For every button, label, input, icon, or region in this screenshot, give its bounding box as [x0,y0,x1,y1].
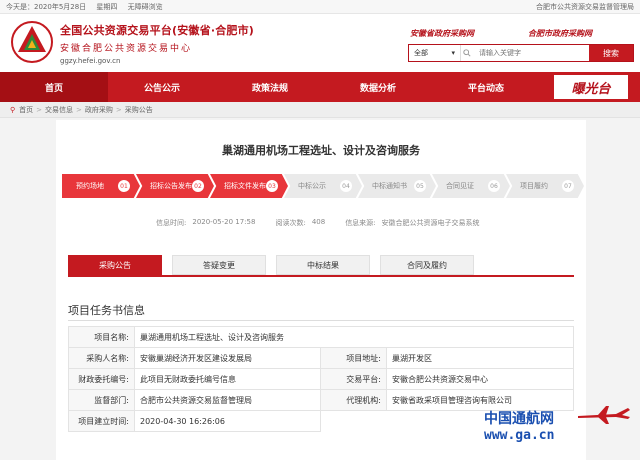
step-number: 07 [562,180,574,192]
step-award-notice: 中标通知书 05 [358,174,436,198]
site-domain: ggzy.hefei.gov.cn [60,57,121,65]
cell-label: 采购人名称: [68,347,135,369]
current-date: 今天是：2020年5月28日 [6,2,87,11]
chevron-down-icon: ▾ [451,49,455,57]
step-label: 项目履约 [520,182,548,190]
views-value: 408 [311,218,326,226]
breadcrumb-trade-info[interactable]: 交易信息 [45,105,73,115]
step-number: 02 [192,180,204,192]
airplane-icon [578,406,630,424]
cell-label: 项目地址: [320,347,387,369]
step-reserve-venue: 预约场地 01 [62,174,140,198]
cell-value: 安徽合肥公共资源交易中心 [386,368,574,390]
info-time-value: 2020-05-20 17:58 [192,218,256,226]
search-box: 全部 ▾ 搜索 [408,44,634,62]
tab-underline [68,275,574,277]
breadcrumb-current: 采购公告 [124,105,153,114]
step-number: 03 [266,180,278,192]
cell-value: 巢湖开发区 [386,347,574,369]
anhui-procurement-link[interactable]: 安徽省政府采购网 [410,28,474,39]
tab-qa-changes[interactable]: 答疑变更 [172,255,266,275]
nav-item-data-analysis[interactable]: 数据分析 [324,72,432,102]
top-bar: 今天是：2020年5月28日 星期四 无障碍浏览 合肥市公共资源交易监督管理局 [0,0,640,14]
cell-label: 项目名称: [68,326,135,348]
cell-label: 交易平台: [320,368,387,390]
cell-label: 项目建立时间: [68,410,135,432]
breadcrumb-gov-procurement[interactable]: 政府采购 [85,105,113,115]
cell-value: 2020-04-30 16:26:06 [134,410,321,432]
site-watermark: 中国通航网 www.ga.cn [470,404,638,448]
accessibility-link[interactable]: 无障碍浏览 [128,3,163,11]
detail-tabs: 采购公告 答疑变更 中标结果 合同及履约 [68,255,474,275]
step-label: 预约场地 [76,182,104,190]
nav-item-home[interactable]: 首页 [0,72,108,102]
step-number: 05 [414,180,426,192]
source-value: 安徽合肥公共资源电子交易系统 [381,219,480,227]
cell-value: 此项目无财政委托编号信息 [134,368,321,390]
info-meta: 信息时间: 2020-05-20 17:58 阅读次数: 408 信息来源: 安… [156,218,480,228]
hefei-procurement-link[interactable]: 合肥市政府采购网 [528,28,592,39]
step-label: 中标通知书 [372,182,407,190]
search-icon [461,45,473,61]
step-number: 01 [118,180,130,192]
breadcrumb-separator: > [115,105,122,114]
current-weekday: 星期四 [96,2,118,11]
watermark-title: 中国通航网 [484,411,554,427]
step-award-publicity: 中标公示 04 [284,174,362,198]
nav-item-platform-news[interactable]: 平台动态 [432,72,540,102]
cell-value: 合肥市公共资源交易监督管理局 [134,389,321,411]
site-title: 全国公共资源交易平台(安徽省·合肥市) [60,24,255,37]
search-input[interactable] [473,45,589,61]
tab-award-result[interactable]: 中标结果 [276,255,370,275]
nav-item-policies[interactable]: 政策法规 [216,72,324,102]
step-label: 招标文件发布 [224,182,266,190]
step-label: 合同见证 [446,182,474,190]
table-row: 财政委托编号: 此项目无财政委托编号信息 交易平台: 安徽合肥公共资源交易中心 [68,368,574,390]
section-divider [68,320,574,321]
step-label: 中标公示 [298,182,326,190]
table-row: 采购人名称: 安徽巢湖经济开发区建设发展局 项目地址: 巢湖开发区 [68,347,574,369]
cell-value: 安徽巢湖经济开发区建设发展局 [134,347,321,369]
step-performance: 项目履约 07 [506,174,584,198]
breadcrumb-home[interactable]: 首页 [19,105,33,115]
views-label: 阅读次数: [275,219,306,227]
progress-steps: 预约场地 01 招标公告发布 02 招标文件发布 03 中标公示 04 中标通知… [62,174,584,198]
supervisor-link[interactable]: 合肥市公共资源交易监督管理局 [536,2,634,12]
main-nav: 首页 公告公示 政策法规 数据分析 平台动态 曝光台 [0,72,640,102]
tab-contract[interactable]: 合同及履约 [380,255,474,275]
search-scope-select[interactable]: 全部 ▾ [409,45,461,61]
site-header: 全国公共资源交易平台(安徽省·合肥市) 安徽合肥公共资源交易中心 ggzy.he… [0,14,640,72]
step-label: 招标公告发布 [150,182,192,190]
step-contract-witness: 合同见证 06 [432,174,510,198]
step-number: 06 [488,180,500,192]
search-scope-value: 全部 [414,49,428,57]
source-label: 信息来源: [345,219,376,227]
top-bar-left: 今天是：2020年5月28日 星期四 无障碍浏览 [6,2,171,12]
cell-label: 监督部门: [68,389,135,411]
page-title: 巢湖通用机场工程选址、设计及咨询服务 [222,144,420,157]
location-pin-icon: ⚲ [10,105,16,114]
step-tender-notice: 招标公告发布 02 [136,174,214,198]
brand-block: 全国公共资源交易平台(安徽省·合肥市) 安徽合肥公共资源交易中心 ggzy.he… [60,22,254,65]
step-tender-docs: 招标文件发布 03 [210,174,288,198]
tab-procurement-notice[interactable]: 采购公告 [68,255,162,275]
info-time-label: 信息时间: [156,219,187,227]
breadcrumb-separator: > [36,105,43,114]
cell-label: 财政委托编号: [68,368,135,390]
site-logo-icon[interactable] [10,20,54,64]
exposure-platform-link[interactable]: 曝光台 [554,75,628,99]
nav-item-announcements[interactable]: 公告公示 [108,72,216,102]
site-subtitle: 安徽合肥公共资源交易中心 [60,44,193,54]
cell-value: 巢湖通用机场工程选址、设计及咨询服务 [134,326,574,348]
step-number: 04 [340,180,352,192]
section-title: 项目任务书信息 [68,304,145,317]
cell-label: 代理机构: [320,389,387,411]
search-button[interactable]: 搜索 [589,45,633,61]
empty-cell [321,411,387,432]
breadcrumb: ⚲ 首页 > 交易信息 > 政府采购 > 采购公告 [0,102,640,118]
watermark-url: www.ga.cn [484,428,555,443]
table-row: 项目名称: 巢湖通用机场工程选址、设计及咨询服务 [68,326,574,348]
breadcrumb-separator: > [76,105,82,114]
